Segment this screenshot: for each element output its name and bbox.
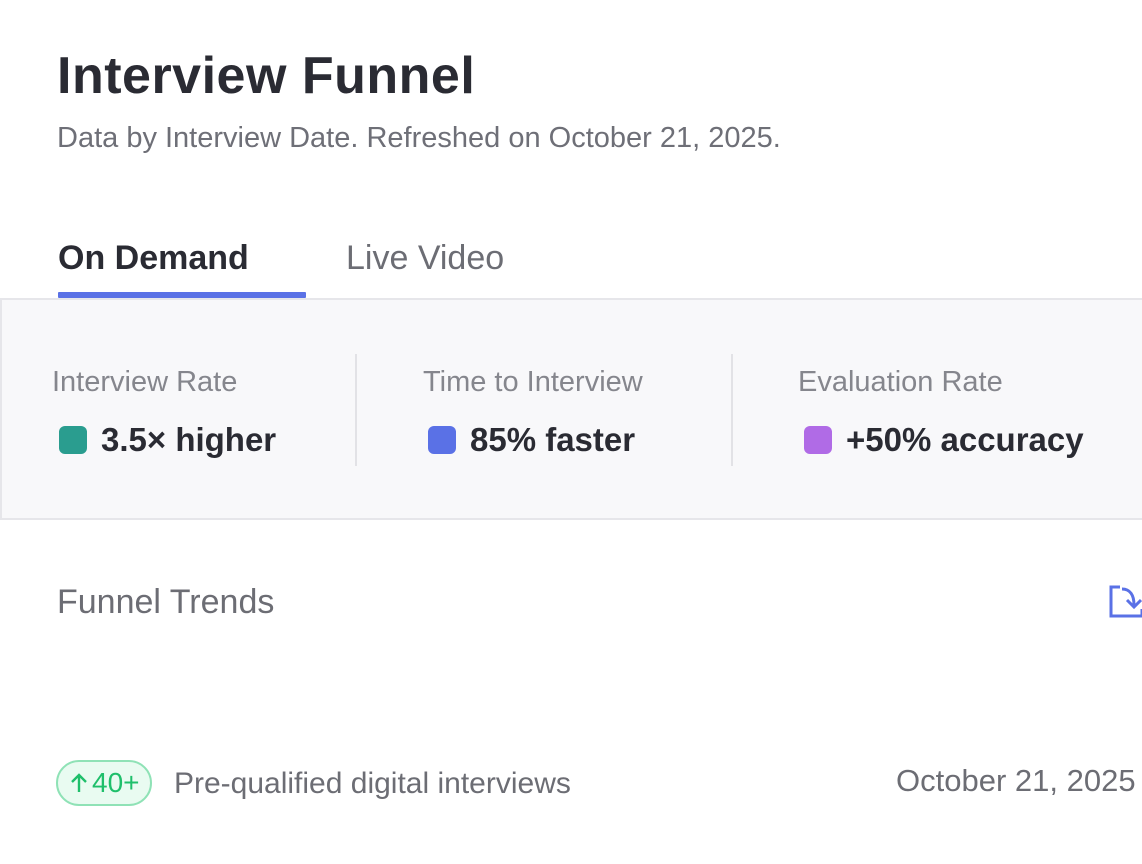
stat-time-to-interview: Time to Interview 85% faster xyxy=(423,364,643,460)
stat-value: 85% faster xyxy=(470,421,636,458)
stat-evaluation-rate: Evaluation Rate +50% accuracy xyxy=(798,364,1084,460)
funnel-trends-title: Funnel Trends xyxy=(57,583,275,621)
trend-item: 40+ Pre-qualified digital interviews Oct… xyxy=(0,760,1142,810)
export-download-icon[interactable] xyxy=(1108,583,1142,619)
page-subtitle: Data by Interview Date. Refreshed on Oct… xyxy=(57,122,781,154)
purple-swatch-icon xyxy=(804,426,832,454)
trend-badge-value: 40+ xyxy=(92,767,140,798)
trend-badge: 40+ xyxy=(56,760,152,806)
interview-funnel-page: Interview Funnel Data by Interview Date.… xyxy=(0,0,1142,864)
stat-divider xyxy=(355,354,357,466)
tab-bar: On Demand Live Video xyxy=(0,225,1142,299)
blue-swatch-icon xyxy=(428,426,456,454)
trend-date: October 21, 2025 xyxy=(896,763,1136,798)
stat-interview-rate: Interview Rate 3.5× higher xyxy=(52,364,276,460)
tab-live-video[interactable]: Live Video xyxy=(346,235,504,299)
stat-label: Evaluation Rate xyxy=(798,366,1003,398)
tab-on-demand[interactable]: On Demand xyxy=(58,235,306,299)
stat-value: +50% accuracy xyxy=(846,421,1084,458)
stat-label: Time to Interview xyxy=(423,366,643,398)
teal-swatch-icon xyxy=(59,426,87,454)
stat-label: Interview Rate xyxy=(52,366,238,398)
arrow-up-icon xyxy=(71,773,87,792)
stat-divider xyxy=(731,354,733,466)
stats-panel: Interview Rate 3.5× higher Time to Inter… xyxy=(0,298,1142,520)
stat-value: 3.5× higher xyxy=(101,421,277,458)
page-title: Interview Funnel xyxy=(57,47,476,105)
trend-label: Pre-qualified digital interviews xyxy=(174,767,571,800)
